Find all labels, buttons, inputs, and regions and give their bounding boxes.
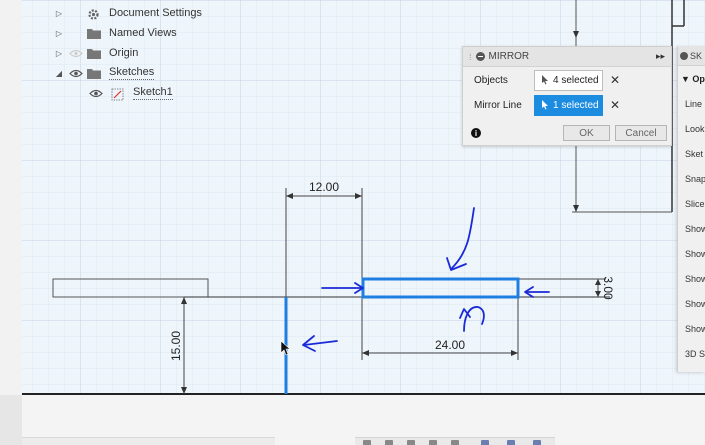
tree-item-origin[interactable]: ▷ Origin [54, 43, 138, 63]
folder-icon [87, 28, 101, 39]
objects-value: 4 selected [553, 74, 599, 86]
gear-icon [87, 8, 101, 20]
palette-item[interactable]: Show [685, 274, 705, 284]
pan-icon[interactable] [407, 440, 415, 445]
mirror-line-label: Mirror Line [474, 99, 522, 111]
comments-bar [22, 437, 275, 445]
palette-item[interactable]: Sket [685, 149, 703, 159]
options-section-toggle[interactable]: ▼ Opt [681, 74, 705, 84]
tree-item-named-views[interactable]: ▷ Named Views [54, 23, 177, 43]
sketch-icon [111, 88, 125, 100]
tree-item-label: Sketch1 [133, 86, 173, 100]
fit-icon[interactable] [451, 440, 459, 445]
left-panel-strip [0, 0, 22, 445]
collapse-icon[interactable] [680, 51, 688, 60]
objects-select-button[interactable]: 4 selected [534, 69, 603, 91]
navigation-toolbar [355, 437, 555, 445]
palette-item[interactable]: Show [685, 324, 705, 334]
mirror-dialog-header[interactable]: ⁞ MIRROR ▸▸ [463, 47, 671, 67]
folder-icon [87, 48, 101, 59]
palette-item[interactable]: Look [685, 124, 705, 134]
clear-objects-icon[interactable]: ✕ [610, 73, 620, 87]
drag-handle-icon[interactable]: ⁞ [469, 52, 472, 62]
tree-item-label: Origin [109, 47, 139, 59]
zoom-icon[interactable] [429, 440, 437, 445]
palette-item[interactable]: Show [685, 224, 705, 234]
tree-item-sketch1[interactable]: Sketch1 [88, 83, 173, 103]
expand-icon[interactable]: ▸▸ [656, 51, 665, 62]
dimension-height-left[interactable]: 15.00 [169, 331, 183, 361]
look-at-icon[interactable] [385, 440, 393, 445]
palette-item[interactable]: Snap [685, 174, 705, 184]
grid-settings-icon[interactable] [507, 440, 515, 445]
mirror-line-row: Mirror Line 1 selected ✕ [463, 94, 671, 116]
mirror-line-value: 1 selected [553, 99, 599, 111]
dialog-title: MIRROR [488, 51, 530, 62]
info-icon[interactable]: i [471, 128, 481, 138]
palette-item[interactable]: Line [685, 99, 702, 109]
dimension-height-right[interactable]: 3.00 [601, 276, 615, 300]
select-cursor-icon [542, 100, 548, 110]
objects-label: Objects [474, 74, 508, 86]
display-settings-icon[interactable] [481, 440, 489, 445]
palette-item[interactable]: Show [685, 249, 705, 259]
expand-triangle-icon[interactable]: ▷ [54, 29, 64, 38]
ok-button[interactable]: OK [563, 125, 610, 141]
dimension-top-width[interactable]: 12.00 [309, 180, 339, 194]
palette-item[interactable]: Show [685, 299, 705, 309]
objects-row: Objects 4 selected ✕ [463, 69, 671, 91]
select-cursor-icon [542, 75, 548, 85]
palette-item[interactable]: Slice [685, 199, 705, 209]
left-panel-strip-lower [0, 395, 22, 445]
palette-title: SK [690, 50, 703, 61]
cancel-button[interactable]: Cancel [615, 125, 667, 141]
orbit-icon[interactable] [363, 440, 371, 445]
sketch-palette: SK ▼ Opt Line Look Sket Snap Slice Show … [677, 46, 705, 372]
dimension-bottom-width[interactable]: 24.00 [435, 338, 465, 352]
eye-icon[interactable] [68, 68, 84, 78]
sketch-palette-header[interactable]: SK [678, 46, 705, 66]
palette-item[interactable]: 3D S [685, 349, 705, 359]
eye-hidden-icon[interactable] [68, 48, 84, 58]
collapse-icon[interactable] [475, 52, 485, 61]
clear-mirror-line-icon[interactable]: ✕ [610, 98, 620, 112]
tree-item-document-settings[interactable]: ▷ Document Settings [54, 3, 202, 23]
tree-item-label: Document Settings [109, 7, 202, 19]
tree-item-label: Named Views [109, 27, 177, 39]
mirror-dialog: ⁞ MIRROR ▸▸ Objects 4 selected ✕ Mirror … [462, 46, 672, 146]
collapse-triangle-icon[interactable]: ◢ [54, 69, 64, 78]
tree-item-label: Sketches [109, 66, 155, 80]
expand-triangle-icon[interactable]: ▷ [54, 9, 64, 18]
eye-icon[interactable] [88, 88, 104, 98]
viewports-icon[interactable] [533, 440, 541, 445]
mirror-line-select-button[interactable]: 1 selected [534, 94, 603, 116]
tree-item-sketches[interactable]: ◢ Sketches [54, 63, 155, 83]
browser-tree: ▷ Document Settings ▷ Named Views ▷ Orig… [40, 0, 280, 110]
expand-triangle-icon[interactable]: ▷ [54, 49, 64, 58]
folder-icon [87, 68, 101, 79]
options-label: Opt [692, 74, 705, 84]
